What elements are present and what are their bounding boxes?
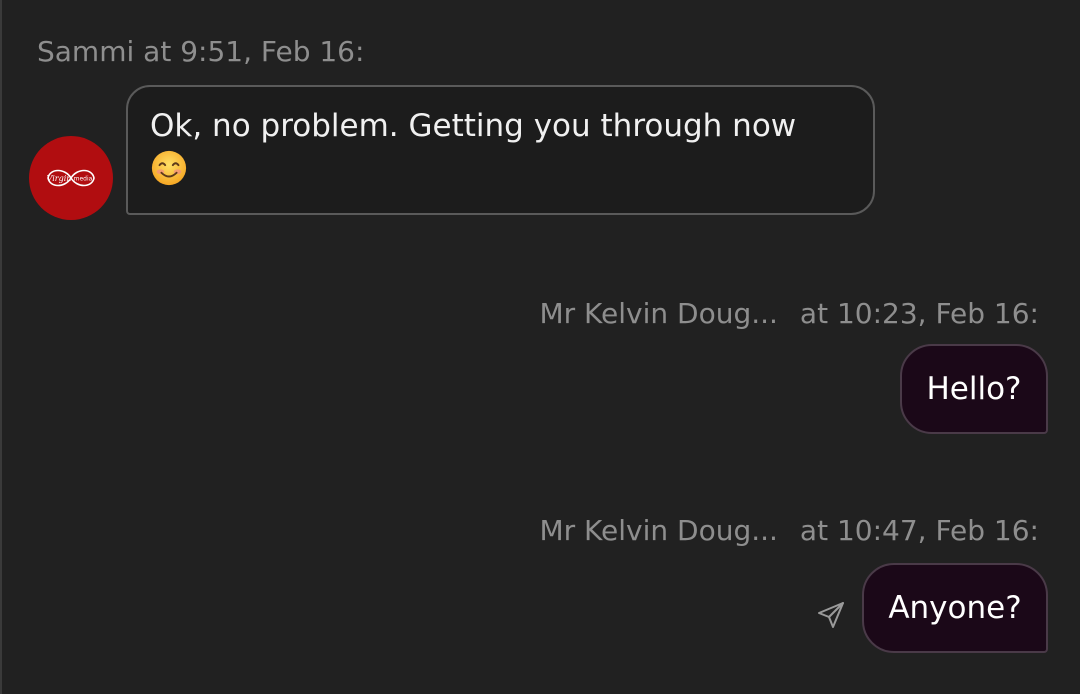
left-divider <box>0 0 2 694</box>
send-icon <box>818 602 844 628</box>
user-message-bubble: Anyone? <box>862 563 1048 653</box>
sender-name: Mr Kelvin Doug... <box>539 514 778 547</box>
virgin-media-logo-icon: Virgin media <box>47 169 95 187</box>
agent-message-meta: Sammi at 9:51, Feb 16: <box>37 34 364 70</box>
smiling-face-icon <box>151 150 187 186</box>
message-text: Anyone? <box>888 590 1022 626</box>
user-message-meta: Mr Kelvin Doug... at 10:47, Feb 16: <box>539 513 1039 549</box>
sender-name: Mr Kelvin Doug... <box>539 297 778 330</box>
sender-name: Sammi <box>37 35 135 68</box>
message-timestamp: at 10:47, Feb 16: <box>799 514 1039 547</box>
svg-text:media: media <box>74 176 93 183</box>
message-text: Ok, no problem. Getting you through now <box>150 108 797 144</box>
avatar: Virgin media <box>29 136 113 220</box>
svg-text:Virgin: Virgin <box>47 174 72 183</box>
message-text: Hello? <box>926 371 1022 407</box>
message-timestamp: at 9:51, Feb 16: <box>143 35 365 68</box>
user-message-meta: Mr Kelvin Doug... at 10:23, Feb 16: <box>539 296 1039 332</box>
agent-message-bubble: Ok, no problem. Getting you through now <box>126 85 875 215</box>
user-message-bubble: Hello? <box>900 344 1048 434</box>
message-timestamp: at 10:23, Feb 16: <box>799 297 1039 330</box>
